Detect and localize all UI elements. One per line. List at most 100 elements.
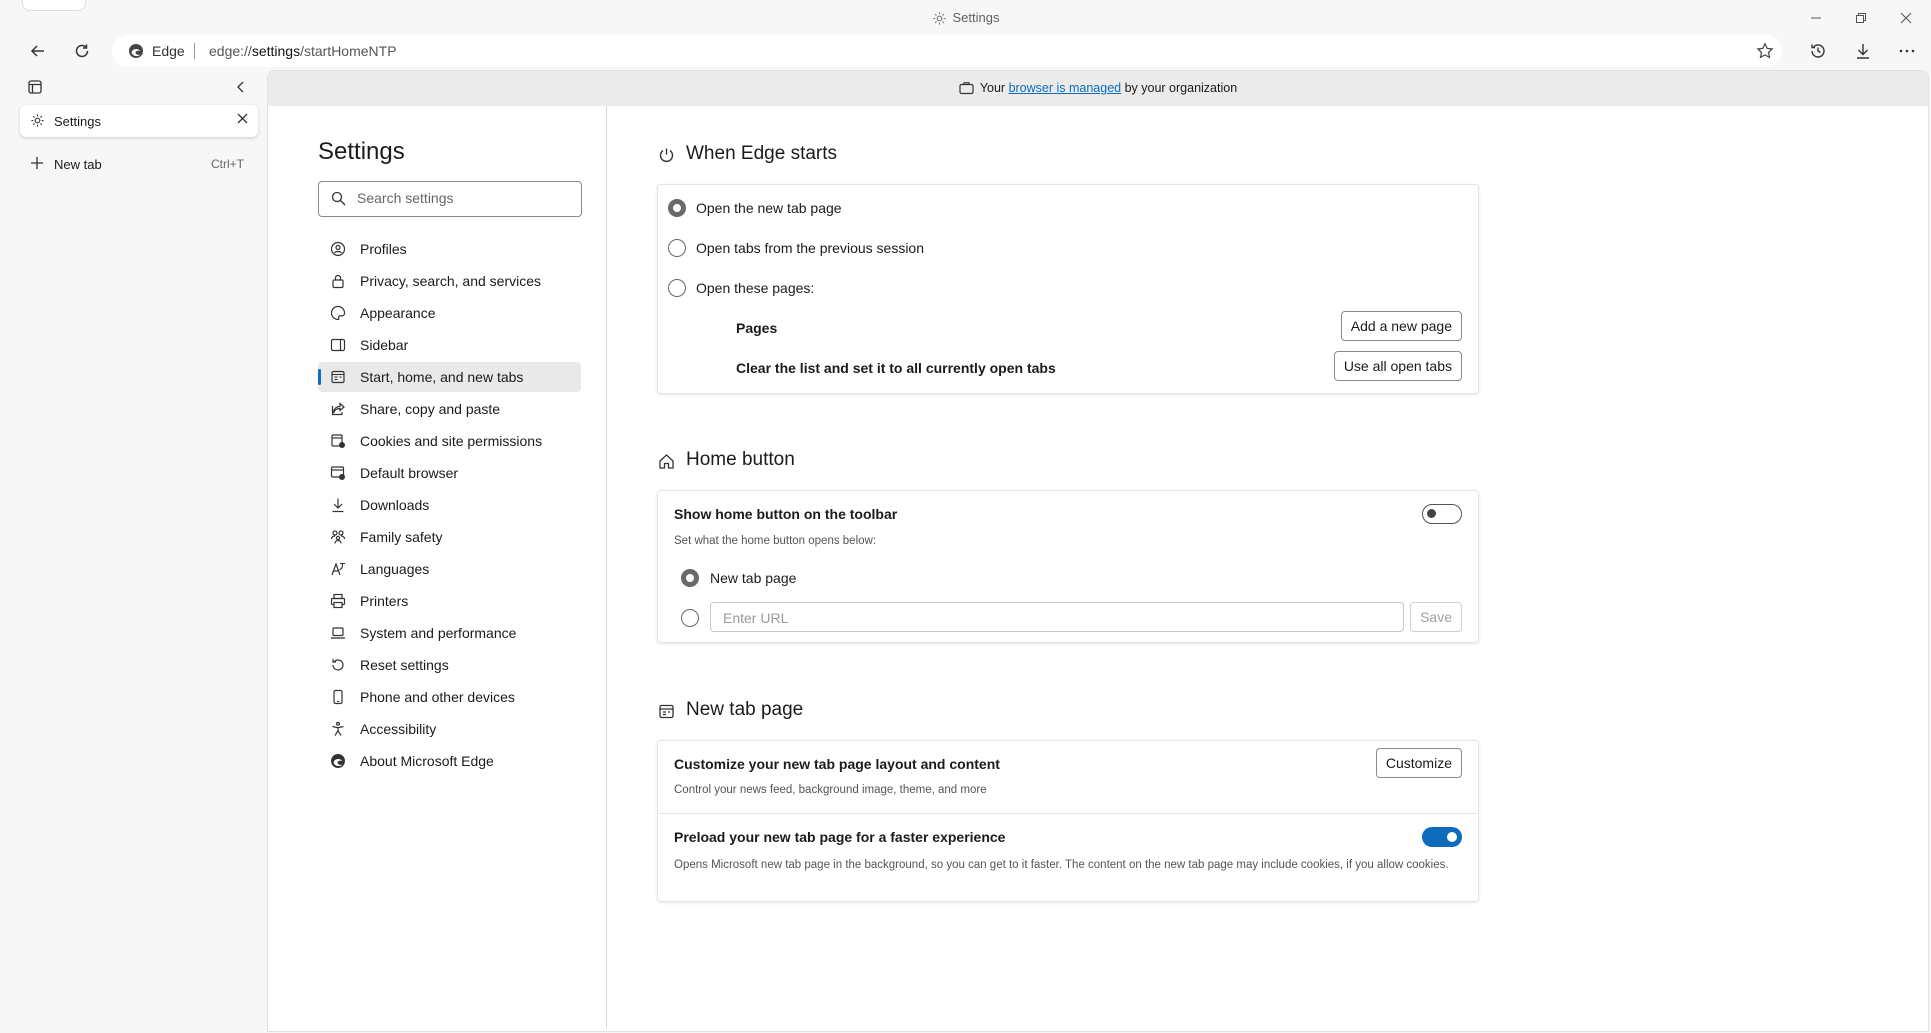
radio-home-new-tab[interactable] — [681, 569, 699, 587]
collapse-pane-icon[interactable] — [234, 80, 248, 94]
radio-home-url[interactable] — [681, 609, 699, 627]
window-title: Settings — [952, 10, 1000, 25]
nav-item-label: Default browser — [360, 465, 459, 481]
favorite-star-icon[interactable] — [1756, 42, 1774, 60]
sidebar-icon — [330, 337, 346, 353]
close-window-button[interactable] — [1894, 6, 1918, 30]
show-home-button-toggle[interactable] — [1422, 504, 1462, 524]
use-all-open-tabs-button[interactable]: Use all open tabs — [1333, 351, 1462, 381]
preload-toggle[interactable] — [1422, 827, 1462, 847]
settings-gear-icon — [932, 11, 947, 26]
preload-title: Preload your new tab page for a faster e… — [674, 829, 1006, 845]
tab-settings[interactable]: Settings — [20, 105, 258, 137]
home-url-field[interactable] — [710, 602, 1404, 632]
default-browser-icon — [330, 465, 346, 481]
url-prefix: edge:// — [209, 43, 252, 59]
nav-item-label: Phone and other devices — [360, 689, 515, 705]
nav-item-accessibility[interactable]: Accessibility — [318, 714, 581, 744]
nav-item-label: System and performance — [360, 625, 517, 641]
home-url-input[interactable] — [721, 609, 1375, 627]
nav-item-label: Family safety — [360, 529, 443, 545]
briefcase-icon — [959, 81, 974, 95]
nav-item-label: Sidebar — [360, 337, 409, 353]
nav-item-default-browser[interactable]: Default browser — [318, 458, 581, 488]
refresh-button[interactable] — [68, 37, 96, 65]
radio-open-these-pages[interactable] — [668, 279, 686, 297]
new-tab-button[interactable]: New tab Ctrl+T — [20, 148, 258, 180]
home-button-card: Show home button on the toolbar Set what… — [657, 490, 1479, 643]
search-icon — [331, 191, 346, 206]
home-icon — [658, 453, 675, 470]
nav-item-profiles[interactable]: Profiles — [318, 234, 581, 264]
nav-item-start-home-and-new-tabs[interactable]: Start, home, and new tabs — [318, 362, 581, 392]
close-tab-icon[interactable] — [237, 113, 248, 124]
nav-item-share-copy-and-paste[interactable]: Share, copy and paste — [318, 394, 581, 424]
customize-title: Customize your new tab page layout and c… — [674, 756, 1000, 772]
when-edge-starts-card: Open the new tab page Open tabs from the… — [657, 184, 1479, 394]
nav-item-reset-settings[interactable]: Reset settings — [318, 650, 581, 680]
nav-item-phone-and-other-devices[interactable]: Phone and other devices — [318, 682, 581, 712]
nav-item-system-and-performance[interactable]: System and performance — [318, 618, 581, 648]
pages-label: Pages — [736, 320, 778, 336]
minimize-button[interactable] — [1804, 6, 1828, 30]
nav-item-cookies-and-site-permissions[interactable]: Cookies and site permissions — [318, 426, 581, 456]
new-tab-page-icon — [658, 703, 675, 720]
nav-item-label: Cookies and site permissions — [360, 433, 543, 449]
accessibility-icon — [330, 721, 346, 737]
nav-item-label: Downloads — [360, 497, 430, 513]
laptop-icon — [330, 625, 346, 641]
nav-item-downloads[interactable]: Downloads — [318, 490, 581, 520]
search-input[interactable] — [355, 189, 574, 207]
save-url-button[interactable]: Save — [1410, 602, 1462, 632]
nav-item-sidebar[interactable]: Sidebar — [318, 330, 581, 360]
search-settings-field[interactable] — [318, 181, 582, 217]
radio-previous-session[interactable] — [668, 239, 686, 257]
nav-item-privacy-search-and-services[interactable]: Privacy, search, and services — [318, 266, 581, 296]
more-options-button[interactable] — [1893, 37, 1921, 65]
tab-actions-icon[interactable] — [28, 80, 42, 94]
option-label: Open the new tab page — [696, 200, 842, 216]
option-label: Open these pages: — [696, 280, 815, 296]
nav-item-label: Reset settings — [360, 657, 449, 673]
nav-divider — [606, 106, 607, 1028]
url-host: settings — [251, 43, 301, 59]
downloads-button[interactable] — [1849, 37, 1877, 65]
nav-item-label: Start, home, and new tabs — [360, 369, 524, 385]
appearance-icon — [330, 305, 346, 321]
section-title: When Edge starts — [686, 143, 838, 164]
nav-item-printers[interactable]: Printers — [318, 586, 581, 616]
back-button[interactable] — [24, 37, 52, 65]
nav-item-appearance[interactable]: Appearance — [318, 298, 581, 328]
history-button[interactable] — [1804, 37, 1832, 65]
browser-managed-link[interactable]: browser is managed — [1009, 81, 1122, 95]
tab-label: Settings — [54, 114, 101, 129]
title-bar: Settings — [0, 0, 1931, 36]
nav-item-about-microsoft-edge[interactable]: About Microsoft Edge — [318, 746, 581, 776]
address-separator — [194, 43, 195, 59]
cookies-icon — [330, 433, 346, 449]
edge-logo-icon — [330, 753, 346, 769]
managed-prefix: Your — [979, 81, 1009, 95]
edge-label: Edge — [152, 43, 185, 59]
nav-item-family-safety[interactable]: Family safety — [318, 522, 581, 552]
nav-item-languages[interactable]: Languages — [318, 554, 581, 584]
radio-open-new-tab[interactable] — [668, 199, 686, 217]
settings-title: Settings — [318, 138, 405, 165]
url-text[interactable]: edge://settings/startHomeNTP — [209, 43, 397, 59]
nav-item-label: Share, copy and paste — [360, 401, 501, 417]
download-icon — [330, 497, 346, 513]
new-tab-page-card: Customize your new tab page layout and c… — [657, 740, 1479, 902]
profiles-icon — [330, 241, 346, 257]
share-icon — [330, 401, 346, 417]
restore-button[interactable] — [1849, 6, 1873, 30]
lock-icon — [330, 273, 346, 289]
languages-icon — [330, 561, 346, 577]
address-bar[interactable]: Edge edge://settings/startHomeNTP — [112, 35, 1782, 67]
customize-desc: Control your news feed, background image… — [674, 784, 987, 796]
add-new-page-button[interactable]: Add a new page — [1340, 311, 1462, 341]
nav-item-label: Languages — [360, 561, 430, 577]
nav-item-label: Privacy, search, and services — [360, 273, 542, 289]
customize-button[interactable]: Customize — [1375, 748, 1462, 778]
printer-icon — [330, 593, 346, 609]
option-label: Open tabs from the previous session — [696, 240, 925, 256]
